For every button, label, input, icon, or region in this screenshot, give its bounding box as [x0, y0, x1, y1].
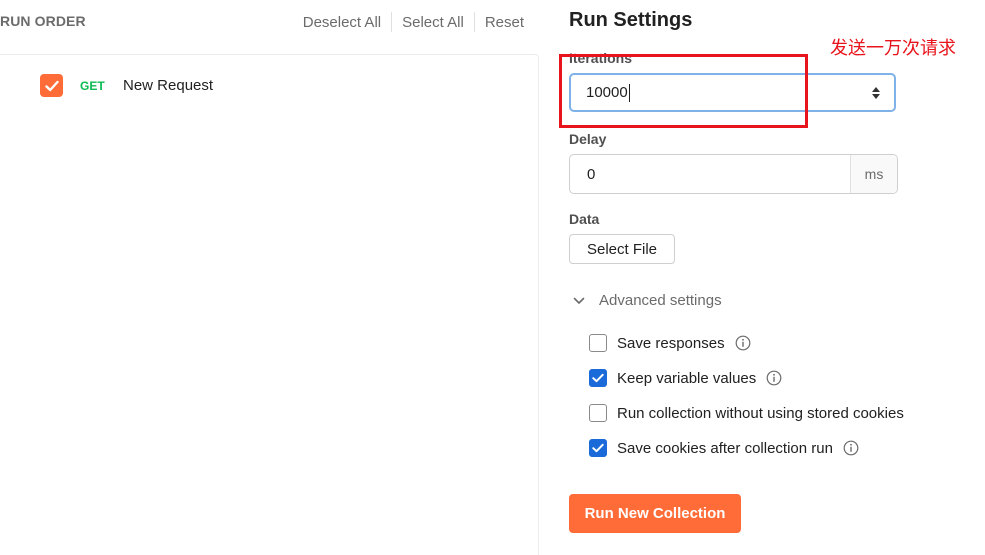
- option-run-without-cookies[interactable]: Run collection without using stored cook…: [589, 404, 904, 422]
- info-icon[interactable]: [735, 335, 751, 351]
- advanced-settings-label: Advanced settings: [599, 292, 722, 309]
- decrement-icon[interactable]: [872, 94, 880, 99]
- deselect-all-button[interactable]: Deselect All: [293, 14, 391, 31]
- request-method: GET: [80, 78, 105, 93]
- delay-value[interactable]: 0: [570, 155, 850, 193]
- run-without-cookies-checkbox[interactable]: [589, 404, 607, 422]
- advanced-settings-toggle[interactable]: Advanced settings: [573, 292, 722, 309]
- run-order-title: RUN ORDER: [0, 13, 86, 29]
- keep-variable-values-label: Keep variable values: [617, 369, 757, 387]
- option-save-responses[interactable]: Save responses: [589, 334, 751, 352]
- option-keep-variable-values[interactable]: Keep variable values: [589, 369, 782, 387]
- info-icon[interactable]: [766, 370, 782, 386]
- delay-input[interactable]: 0 ms: [569, 154, 898, 194]
- check-icon: [592, 443, 604, 453]
- run-settings-title: Run Settings: [569, 9, 693, 31]
- run-order-list: [0, 54, 539, 555]
- run-order-actions: Deselect All Select All Reset: [293, 12, 534, 32]
- delay-unit: ms: [850, 155, 897, 193]
- reset-button[interactable]: Reset: [475, 14, 534, 31]
- iterations-stepper[interactable]: [872, 87, 880, 99]
- save-responses-checkbox[interactable]: [589, 334, 607, 352]
- run-without-cookies-label: Run collection without using stored cook…: [617, 404, 904, 422]
- delay-label: Delay: [569, 131, 607, 147]
- list-item-request[interactable]: GET New Request: [40, 74, 213, 97]
- chevron-down-icon: [573, 297, 585, 304]
- annotation-text: 发送一万次请求: [830, 38, 956, 59]
- check-icon: [592, 373, 604, 383]
- save-cookies-checkbox[interactable]: [589, 439, 607, 457]
- run-collection-button[interactable]: Run New Collection: [569, 494, 741, 533]
- keep-variable-values-checkbox[interactable]: [589, 369, 607, 387]
- info-icon[interactable]: [843, 440, 859, 456]
- save-cookies-label: Save cookies after collection run: [617, 439, 833, 457]
- save-responses-label: Save responses: [617, 334, 725, 352]
- annotation-highlight-box: [559, 54, 808, 128]
- option-save-cookies[interactable]: Save cookies after collection run: [589, 439, 859, 457]
- increment-icon[interactable]: [872, 87, 880, 92]
- request-checkbox[interactable]: [40, 74, 63, 97]
- data-label: Data: [569, 211, 600, 227]
- check-icon: [44, 80, 59, 91]
- select-file-button[interactable]: Select File: [569, 234, 675, 264]
- request-name: New Request: [123, 77, 214, 94]
- select-all-button[interactable]: Select All: [392, 14, 474, 31]
